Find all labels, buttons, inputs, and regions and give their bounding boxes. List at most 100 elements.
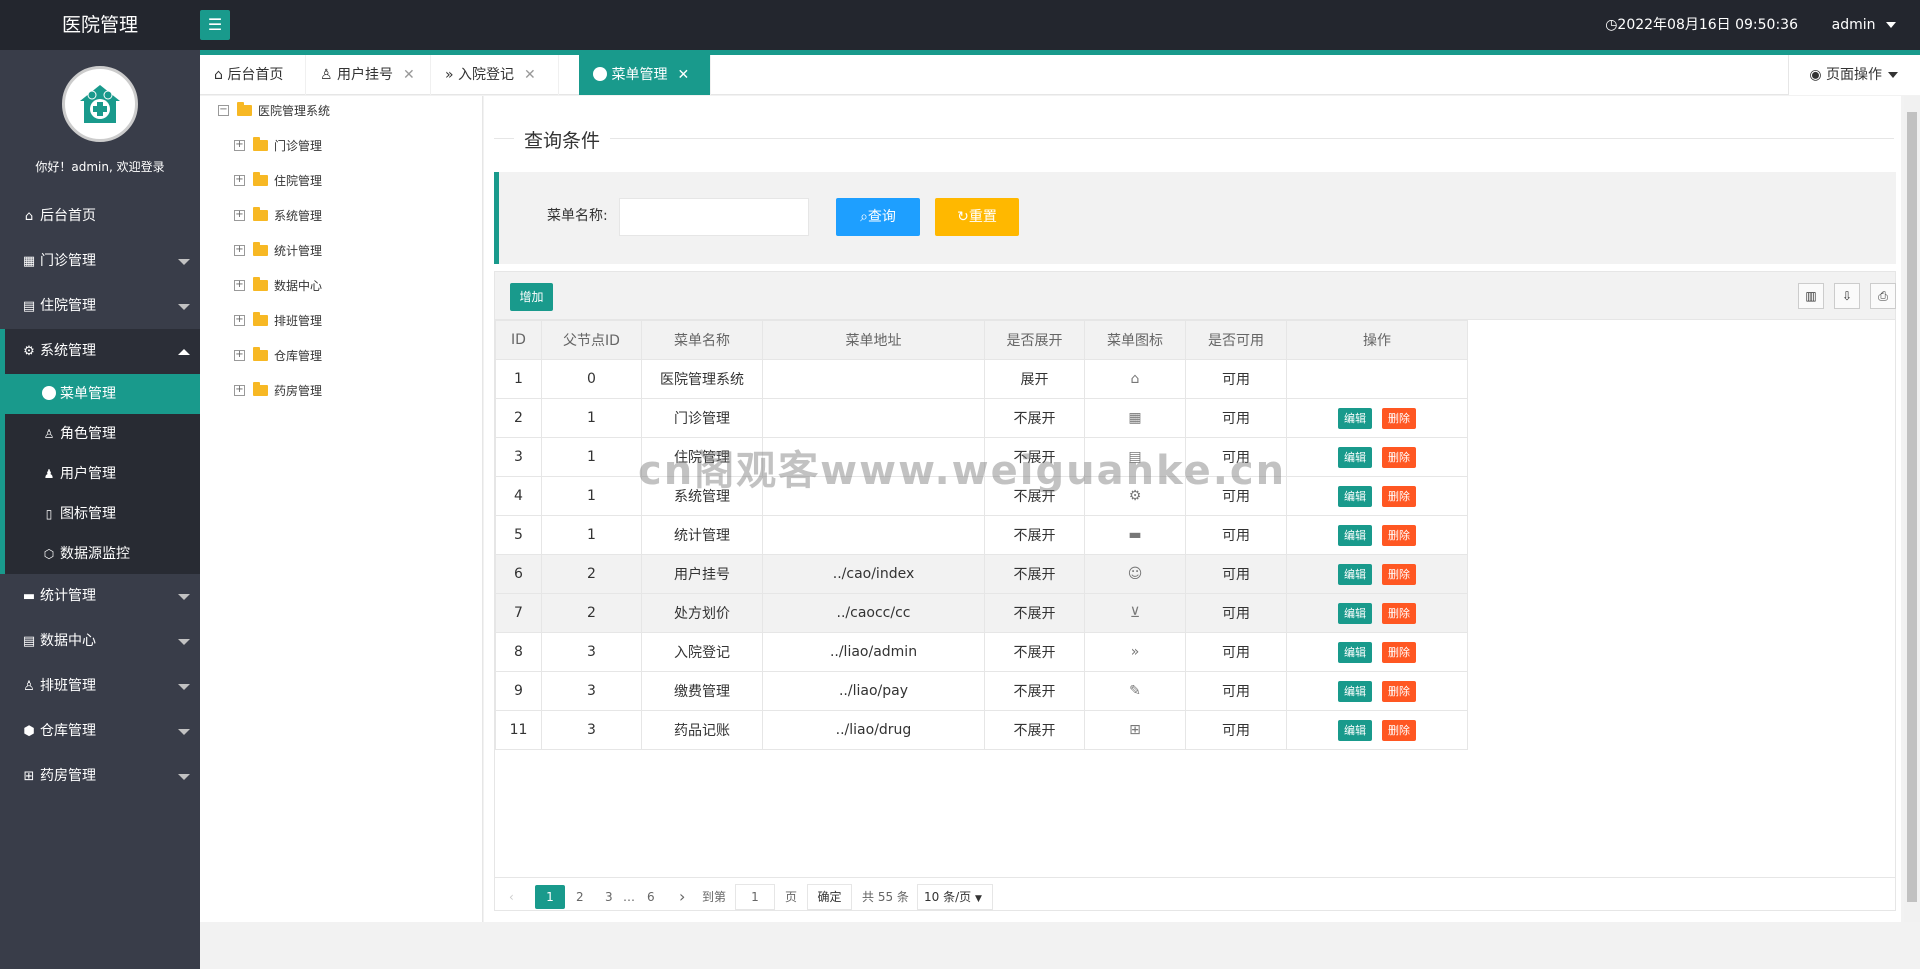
table-row[interactable]: 6 2 用户挂号 ../cao/index 不展开 ☺ 可用 编辑 删除	[495, 554, 1468, 594]
col-menu-url[interactable]: 菜单地址	[762, 320, 985, 360]
page-link[interactable]: 6	[647, 885, 655, 909]
tree-node[interactable]: + 统计管理	[234, 240, 322, 262]
edit-button[interactable]: 编辑	[1338, 641, 1372, 663]
goto-confirm-button[interactable]: 确定	[807, 884, 852, 910]
vertical-scrollbar[interactable]	[1904, 96, 1920, 922]
sidebar-item-statistics[interactable]: ▬ 统计管理	[0, 574, 200, 619]
tree-node[interactable]: + 仓库管理	[234, 345, 322, 367]
col-icon[interactable]: 菜单图标	[1084, 320, 1186, 360]
sidebar-item-outpatient[interactable]: ▦ 门诊管理	[0, 239, 200, 284]
tab-admission[interactable]: » 入院登记 ✕	[431, 55, 559, 95]
menu-toggle-button[interactable]: ☰	[200, 10, 230, 40]
export-icon[interactable]: ⇩	[1834, 283, 1860, 309]
delete-button[interactable]: 删除	[1382, 719, 1416, 741]
expand-icon[interactable]: +	[234, 280, 245, 291]
scrollbar-thumb[interactable]	[1907, 112, 1917, 902]
sidebar-item-pharmacy[interactable]: ⊞ 药房管理	[0, 754, 200, 799]
user-name[interactable]: admin	[1832, 17, 1876, 33]
col-parent-id[interactable]: 父节点ID	[541, 320, 642, 360]
sidebar-item-home[interactable]: ⌂ 后台首页	[0, 194, 200, 239]
close-icon[interactable]: ✕	[677, 67, 689, 83]
table-row[interactable]: 5 1 统计管理 不展开 ▬ 可用 编辑 删除	[495, 515, 1468, 555]
delete-button[interactable]: 删除	[1382, 602, 1416, 624]
main-content: 查询条件 菜单名称: ⌕查询 ↻重置 增加 ▥ ⇩ ⎙ ID 父节点ID 菜单名…	[484, 96, 1901, 922]
expand-icon[interactable]: +	[234, 245, 245, 256]
close-icon[interactable]: ✕	[403, 67, 415, 83]
edit-button[interactable]: 编辑	[1338, 719, 1372, 741]
sidebar-item-datacenter[interactable]: ▤ 数据中心	[0, 619, 200, 664]
tree-node[interactable]: + 数据中心	[234, 275, 322, 297]
goto-page-input[interactable]: 1	[735, 884, 775, 910]
edit-button[interactable]: 编辑	[1338, 563, 1372, 585]
edit-button[interactable]: 编辑	[1338, 485, 1372, 507]
chevron-down-icon	[178, 594, 190, 600]
delete-button[interactable]: 删除	[1382, 407, 1416, 429]
prev-page-icon[interactable]: ‹	[509, 885, 514, 909]
table-row[interactable]: 1 0 医院管理系统 展开 ⌂ 可用	[495, 359, 1468, 399]
page-link[interactable]: 2	[576, 885, 584, 909]
delete-button[interactable]: 删除	[1382, 524, 1416, 546]
expand-icon[interactable]: +	[234, 175, 245, 186]
home-icon: ⌂	[24, 209, 34, 224]
table-header-row: ID 父节点ID 菜单名称 菜单地址 是否展开 菜单图标 是否可用 操作	[495, 320, 1468, 360]
table-row[interactable]: 7 2 处方划价 ../caocc/cc 不展开 ⊻ 可用 编辑 删除	[495, 593, 1468, 633]
col-menu-name[interactable]: 菜单名称	[641, 320, 763, 360]
tree-node[interactable]: + 门诊管理	[234, 135, 322, 157]
sidebar-item-warehouse[interactable]: ⬢ 仓库管理	[0, 709, 200, 754]
col-expand[interactable]: 是否展开	[984, 320, 1085, 360]
delete-button[interactable]: 删除	[1382, 641, 1416, 663]
sidebar-item-system[interactable]: ⚙ 系统管理	[0, 329, 200, 374]
next-page-icon[interactable]: ›	[679, 885, 685, 909]
cell-parent-id: 1	[541, 476, 642, 516]
delete-button[interactable]: 删除	[1382, 485, 1416, 507]
tab-menu-management[interactable]: 菜单管理 ✕	[579, 55, 711, 95]
menu-name-input[interactable]	[619, 198, 809, 236]
page-size-select[interactable]: 10 条/页 ▼	[917, 884, 993, 910]
sidebar-subitem-datasource[interactable]: ⬡ 数据源监控	[5, 534, 200, 574]
tree-node[interactable]: + 排班管理	[234, 310, 322, 332]
query-button[interactable]: ⌕查询	[836, 198, 920, 236]
tree-node[interactable]: + 住院管理	[234, 170, 322, 192]
edit-button[interactable]: 编辑	[1338, 446, 1372, 468]
reset-button[interactable]: ↻重置	[935, 198, 1019, 236]
print-icon[interactable]: ⎙	[1870, 283, 1896, 309]
columns-filter-icon[interactable]: ▥	[1798, 283, 1824, 309]
close-icon[interactable]: ✕	[524, 67, 536, 83]
sidebar-subitem-user[interactable]: ♟ 用户管理	[5, 454, 200, 494]
tree-node[interactable]: + 药房管理	[234, 380, 322, 402]
col-id[interactable]: ID	[495, 320, 542, 360]
tree-node[interactable]: + 系统管理	[234, 205, 322, 227]
sidebar-subitem-menu[interactable]: 菜单管理	[5, 374, 200, 414]
edit-button[interactable]: 编辑	[1338, 602, 1372, 624]
tree-root[interactable]: − 医院管理系统	[218, 100, 330, 122]
table-row[interactable]: 9 3 缴费管理 ../liao/pay 不展开 ✎ 可用 编辑 删除	[495, 671, 1468, 711]
col-enabled[interactable]: 是否可用	[1185, 320, 1287, 360]
tab-registration[interactable]: ♙ 用户挂号 ✕	[306, 55, 431, 95]
expand-icon[interactable]: +	[234, 315, 245, 326]
table-row[interactable]: 11 3 药品记账 ../liao/drug 不展开 ⊞ 可用 编辑 删除	[495, 710, 1468, 750]
page-link[interactable]: 3	[605, 885, 613, 909]
page-current[interactable]: 1	[535, 885, 565, 909]
table-row[interactable]: 8 3 入院登记 ../liao/admin 不展开» 可用 编辑 删除	[495, 632, 1468, 672]
sidebar-subitem-role[interactable]: ♙ 角色管理	[5, 414, 200, 454]
tab-home[interactable]: ⌂ 后台首页	[200, 55, 306, 95]
expand-icon[interactable]: +	[234, 350, 245, 361]
user-menu[interactable]: admin	[1832, 0, 1896, 50]
col-actions[interactable]: 操作	[1286, 320, 1468, 360]
page-actions-dropdown[interactable]: ◉ 页面操作	[1788, 55, 1920, 95]
expand-icon[interactable]: +	[234, 385, 245, 396]
sidebar-subitem-icon[interactable]: ▯ 图标管理	[5, 494, 200, 534]
table-row[interactable]: 2 1 门诊管理 不展开 ▦ 可用 编辑 删除	[495, 398, 1468, 438]
delete-button[interactable]: 删除	[1382, 446, 1416, 468]
edit-button[interactable]: 编辑	[1338, 407, 1372, 429]
collapse-icon[interactable]: −	[218, 105, 229, 116]
expand-icon[interactable]: +	[234, 140, 245, 151]
sidebar-item-schedule[interactable]: ♙ 排班管理	[0, 664, 200, 709]
edit-button[interactable]: 编辑	[1338, 680, 1372, 702]
delete-button[interactable]: 删除	[1382, 563, 1416, 585]
expand-icon[interactable]: +	[234, 210, 245, 221]
delete-button[interactable]: 删除	[1382, 680, 1416, 702]
add-button[interactable]: 增加	[510, 283, 553, 311]
sidebar-item-inpatient[interactable]: ▤ 住院管理	[0, 284, 200, 329]
edit-button[interactable]: 编辑	[1338, 524, 1372, 546]
